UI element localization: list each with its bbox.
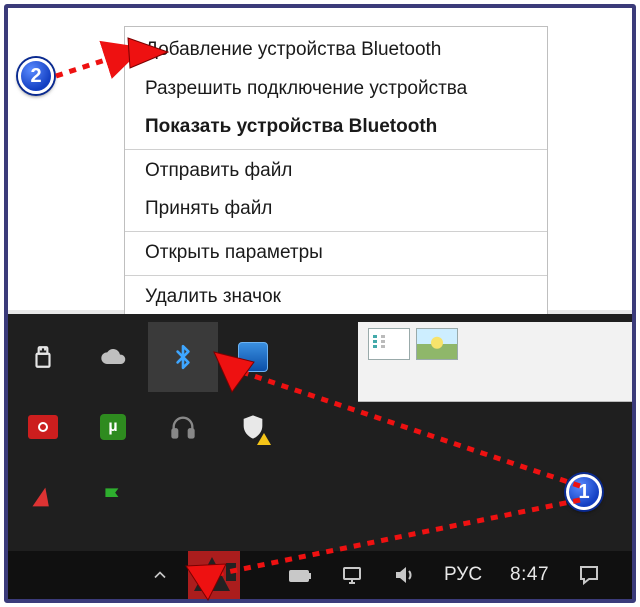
- tray-headphones[interactable]: [148, 392, 218, 462]
- menu-separator: [125, 149, 547, 150]
- taskbar-clock[interactable]: 8:47: [510, 564, 549, 586]
- tray-chevron-up-icon[interactable]: [148, 563, 172, 587]
- tray-empty: [288, 392, 358, 462]
- annotation-badge-2: 2: [18, 58, 54, 94]
- bluetooth-icon: [169, 343, 197, 371]
- triangle-icon: [29, 483, 57, 511]
- tray-icon-grid: µ: [8, 322, 358, 532]
- thumbnail-picture[interactable]: [416, 328, 458, 360]
- headphones-icon: [169, 413, 197, 441]
- menu-add-bluetooth-device[interactable]: Добавление устройства Bluetooth: [125, 31, 547, 70]
- battery-icon[interactable]: [288, 563, 312, 587]
- camera-icon: [28, 415, 58, 439]
- thumbnail-list[interactable]: [368, 328, 410, 360]
- onedrive-icon: [99, 343, 127, 371]
- tray-utorrent[interactable]: µ: [78, 392, 148, 462]
- menu-open-settings[interactable]: Открыть параметры: [125, 234, 547, 273]
- bluetooth-context-menu: Добавление устройства Bluetooth Разрешит…: [124, 26, 548, 319]
- tray-triangle[interactable]: [8, 462, 78, 532]
- window-thumbnails: [358, 322, 632, 402]
- taskbar-app-red[interactable]: [188, 551, 240, 599]
- menu-allow-connection[interactable]: Разрешить подключение устройства: [125, 70, 547, 109]
- language-indicator[interactable]: РУС: [444, 564, 482, 586]
- menu-separator: [125, 231, 547, 232]
- intel-graphics-icon: [238, 342, 268, 372]
- menu-send-file[interactable]: Отправить файл: [125, 152, 547, 191]
- tray-camera[interactable]: [8, 392, 78, 462]
- taskbar: РУС 8:47: [8, 551, 632, 599]
- tray-usb[interactable]: [8, 322, 78, 392]
- menu-remove-icon[interactable]: Удалить значок: [125, 278, 547, 317]
- tray-security-alert[interactable]: [218, 392, 288, 462]
- menu-show-bluetooth-devices[interactable]: Показать устройства Bluetooth: [125, 108, 547, 147]
- tray-flyout-area: µ: [8, 314, 632, 599]
- tray-flag[interactable]: [78, 462, 148, 532]
- menu-separator: [125, 275, 547, 276]
- utorrent-icon: µ: [100, 414, 126, 440]
- tray-empty: [148, 462, 218, 532]
- flag-icon: [99, 483, 127, 511]
- screenshot-frame: Добавление устройства Bluetooth Разрешит…: [4, 4, 636, 603]
- security-warning-icon: [239, 413, 267, 441]
- usb-icon: [29, 343, 57, 371]
- network-icon[interactable]: [340, 563, 364, 587]
- action-center-icon[interactable]: [577, 563, 601, 587]
- tray-empty: [218, 462, 288, 532]
- tray-empty: [288, 322, 358, 392]
- tray-bluetooth[interactable]: [148, 322, 218, 392]
- menu-receive-file[interactable]: Принять файл: [125, 190, 547, 229]
- annotation-badge-1: 1: [566, 474, 602, 510]
- tray-intel-graphics[interactable]: [218, 322, 288, 392]
- tray-empty: [288, 462, 358, 532]
- tray-onedrive[interactable]: [78, 322, 148, 392]
- volume-icon[interactable]: [392, 563, 416, 587]
